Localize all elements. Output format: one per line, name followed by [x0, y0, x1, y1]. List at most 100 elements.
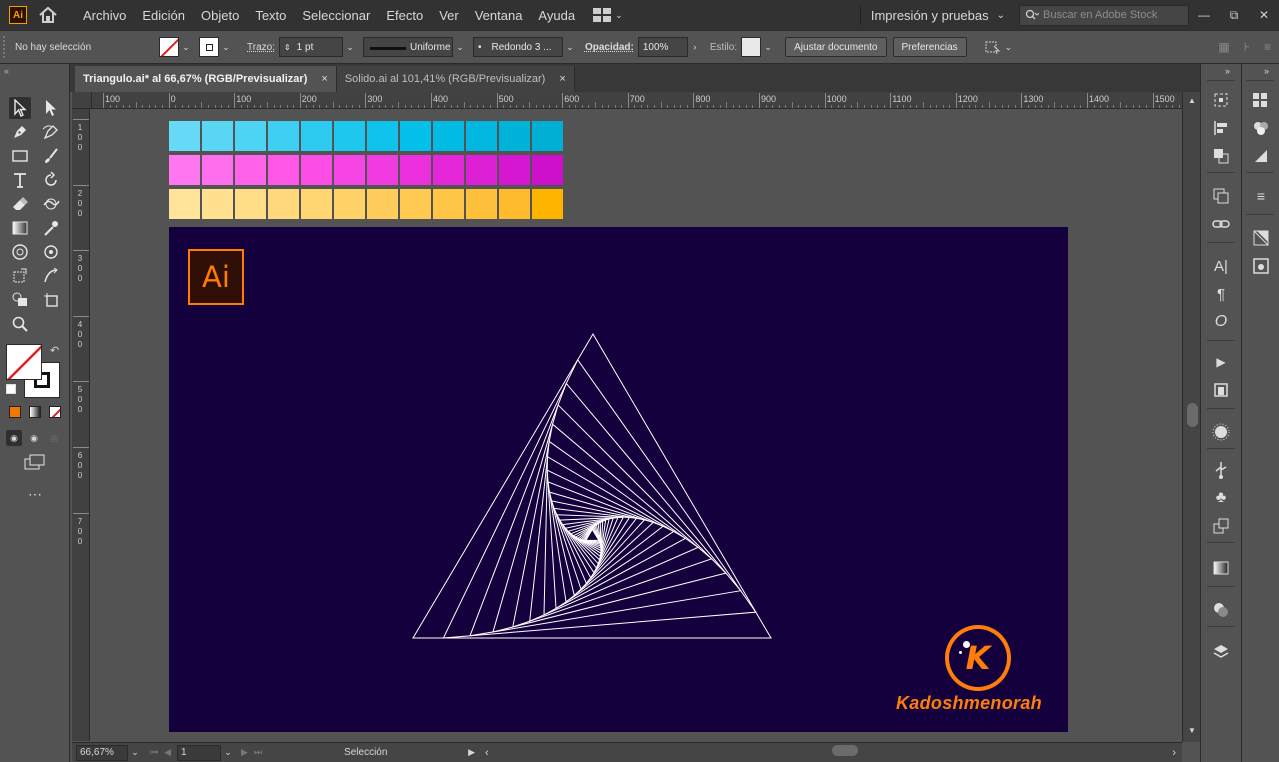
eyedropper-tool[interactable] — [40, 217, 62, 239]
color-swatch[interactable] — [235, 155, 266, 185]
spiral-triangle-artwork[interactable] — [169, 227, 1068, 732]
stroke-weight-field[interactable]: ⇕ 1 pt — [278, 37, 343, 57]
vertical-ruler[interactable]: 100 200 300 400 500 600 700 — [72, 109, 90, 741]
menu-efecto[interactable]: Efecto — [378, 8, 431, 23]
kadoshmenorah-logo[interactable]: K — [945, 625, 1011, 691]
horizontal-ruler[interactable]: 100 0 100 200 300 400 500 600 700 800 900 1000 1100 1… — [92, 92, 1182, 109]
stock-search-input[interactable]: Buscar en Adobe Stock — [1043, 9, 1157, 21]
horizontal-scroll-thumb[interactable] — [832, 745, 858, 756]
menu-seleccionar[interactable]: Seleccionar — [294, 8, 378, 23]
symbols-panel-icon[interactable]: ♣ — [1211, 488, 1231, 508]
spiral-triangle-path[interactable] — [543, 455, 687, 616]
first-artboard-icon[interactable]: ⏮ — [150, 747, 158, 758]
status-menu-icon[interactable]: ▶ — [468, 747, 475, 758]
spiral-triangle-path[interactable] — [469, 382, 742, 637]
color-swatch[interactable] — [169, 155, 200, 185]
stroke-swatch[interactable]: ⌄ — [199, 36, 233, 58]
artboard-nav-prev[interactable]: ⏮ ◀ — [150, 747, 171, 758]
color-swatch[interactable] — [334, 189, 365, 219]
vertical-scrollbar[interactable]: ▲ ▼ — [1182, 92, 1200, 742]
swap-fill-stroke-icon[interactable]: ↶ — [50, 344, 59, 357]
appearance-panel-icon[interactable] — [1251, 256, 1271, 276]
brush-select[interactable]: • Redondo 3 ... — [472, 37, 563, 57]
menu-ver[interactable]: Ver — [431, 8, 467, 23]
chevron-down-icon[interactable]: ⌄ — [343, 37, 357, 57]
opacity-field[interactable]: 100% — [637, 37, 688, 57]
draw-behind-icon[interactable]: ◉ — [26, 430, 42, 446]
artboard-number-field[interactable]: 1 — [177, 744, 222, 761]
screen-mode-icon[interactable] — [24, 454, 46, 477]
menu-objeto[interactable]: Objeto — [193, 8, 247, 23]
color-swatch[interactable] — [433, 121, 464, 151]
spiral-triangle-path[interactable] — [512, 423, 713, 628]
zoom-field[interactable]: 66,67% — [76, 744, 128, 761]
menu-texto[interactable]: Texto — [247, 8, 294, 23]
none-mode-icon[interactable] — [49, 406, 61, 418]
transform-panel-icon[interactable] — [1211, 90, 1231, 110]
chevron-down-icon[interactable]: ⌄ — [219, 37, 233, 57]
close-window-button[interactable]: ✕ — [1249, 5, 1279, 25]
pathfinder-panel-icon[interactable] — [1211, 146, 1231, 166]
color-swatch[interactable] — [433, 155, 464, 185]
tab-triangulo[interactable]: Triangulo.ai* al 66,67% (RGB/Previsualiz… — [75, 66, 337, 92]
blend-tool[interactable] — [9, 241, 31, 263]
close-tab-icon[interactable]: × — [321, 73, 327, 85]
fill-color-box[interactable] — [6, 344, 42, 380]
stroke-panel-icon[interactable]: ≡ — [1251, 186, 1271, 206]
ruler-origin[interactable] — [72, 92, 92, 109]
color-swatch[interactable] — [235, 189, 266, 219]
color-swatch[interactable] — [466, 189, 497, 219]
workspace-switcher[interactable]: Impresión y pruebas ⌄ — [859, 5, 1019, 25]
layers-panel-icon[interactable] — [1211, 642, 1231, 662]
color-swatch[interactable] — [367, 121, 398, 151]
arrange-documents-button[interactable]: ⌄ — [593, 6, 627, 24]
stroke-label[interactable]: Trazo: — [247, 42, 275, 53]
menu-edicion[interactable]: Edición — [134, 8, 193, 23]
draw-inside-icon[interactable]: ◎ — [46, 430, 62, 446]
color-swatch[interactable] — [334, 121, 365, 151]
menu-ayuda[interactable]: Ayuda — [530, 8, 583, 23]
opacity-label[interactable]: Opacidad: — [585, 42, 634, 53]
pen-tool[interactable] — [9, 121, 31, 143]
default-colors-icon[interactable] — [6, 384, 16, 394]
prev-artboard-icon[interactable]: ◀ — [164, 747, 171, 758]
chevron-down-icon[interactable]: ⌄ — [563, 37, 577, 57]
color-swatch[interactable] — [532, 189, 563, 219]
menu-archivo[interactable]: Archivo — [75, 8, 134, 23]
canvas-area[interactable]: Ai K Kadoshmenorah — [92, 110, 1182, 742]
more-tools-icon[interactable]: ⋯ — [28, 486, 43, 503]
color-mode-icon[interactable] — [9, 406, 21, 418]
color-swatch[interactable] — [301, 155, 332, 185]
color-swatch[interactable] — [466, 121, 497, 151]
scale-tool[interactable] — [40, 265, 62, 287]
last-artboard-icon[interactable]: ⏭ — [254, 747, 262, 758]
shape-builder-tool[interactable] — [9, 289, 31, 311]
color-swatch[interactable] — [268, 155, 299, 185]
isolate-icon[interactable]: ▦ — [1218, 40, 1229, 54]
spiral-triangle-path[interactable] — [546, 469, 675, 610]
usb-export-panel-icon[interactable] — [1211, 460, 1231, 480]
selection-tool[interactable] — [9, 97, 31, 119]
scroll-up-icon[interactable]: ▲ — [1188, 96, 1196, 105]
next-artboard-icon[interactable]: ▶ — [241, 747, 248, 758]
color-swatch[interactable] — [268, 189, 299, 219]
artboard-nav-next[interactable]: ▶ ⏭ — [241, 747, 262, 758]
color-swatch[interactable] — [235, 121, 266, 151]
asset-export-panel-icon[interactable] — [1211, 516, 1231, 536]
links-panel-icon[interactable] — [1211, 214, 1231, 234]
artboard-tool[interactable] — [40, 289, 62, 311]
home-icon[interactable] — [37, 5, 59, 25]
character-panel-icon[interactable]: A| — [1211, 256, 1231, 276]
color-swatch[interactable] — [532, 155, 563, 185]
gradient-mode-icon[interactable] — [29, 406, 41, 418]
direct-selection-tool[interactable] — [40, 97, 62, 119]
stock-search-box[interactable]: Buscar en Adobe Stock — [1019, 4, 1189, 26]
draw-normal-icon[interactable]: ◉ — [6, 430, 22, 446]
style-swatch[interactable] — [741, 37, 762, 57]
color-swatch[interactable] — [400, 121, 431, 151]
color-swatch[interactable] — [400, 189, 431, 219]
restore-button[interactable]: ⧉ — [1219, 5, 1249, 25]
align-options-button[interactable]: ⌄ — [983, 39, 1012, 55]
color-guide-panel-icon[interactable] — [1211, 422, 1231, 442]
brushes-panel-icon[interactable] — [1251, 146, 1271, 166]
